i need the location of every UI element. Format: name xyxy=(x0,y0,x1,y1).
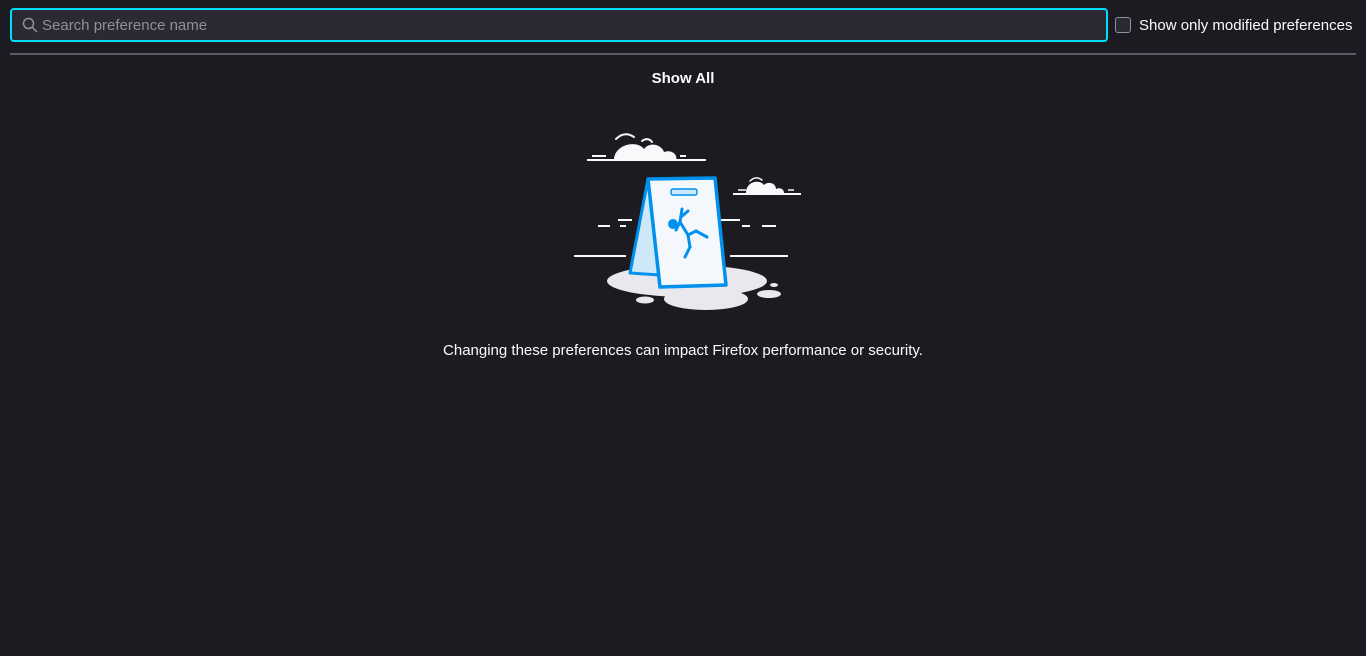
warning-message: Changing these preferences can impact Fi… xyxy=(443,342,923,359)
cloud-left xyxy=(587,133,706,161)
caution-sign-illustration xyxy=(574,133,801,310)
search-icon xyxy=(22,17,38,33)
sign-handle xyxy=(670,188,698,196)
divider xyxy=(10,53,1356,55)
show-all-button[interactable]: Show All xyxy=(652,70,715,87)
show-modified-label: Show only modified preferences xyxy=(1139,16,1353,34)
show-modified-checkbox[interactable] xyxy=(1115,17,1131,33)
show-all-row: Show All xyxy=(0,70,1366,87)
toolbar: Show only modified preferences xyxy=(10,8,1356,42)
search-box[interactable] xyxy=(10,8,1108,42)
cloud-right xyxy=(733,177,801,195)
show-modified-toggle[interactable]: Show only modified preferences xyxy=(1115,8,1352,42)
search-input[interactable] xyxy=(42,10,1092,40)
